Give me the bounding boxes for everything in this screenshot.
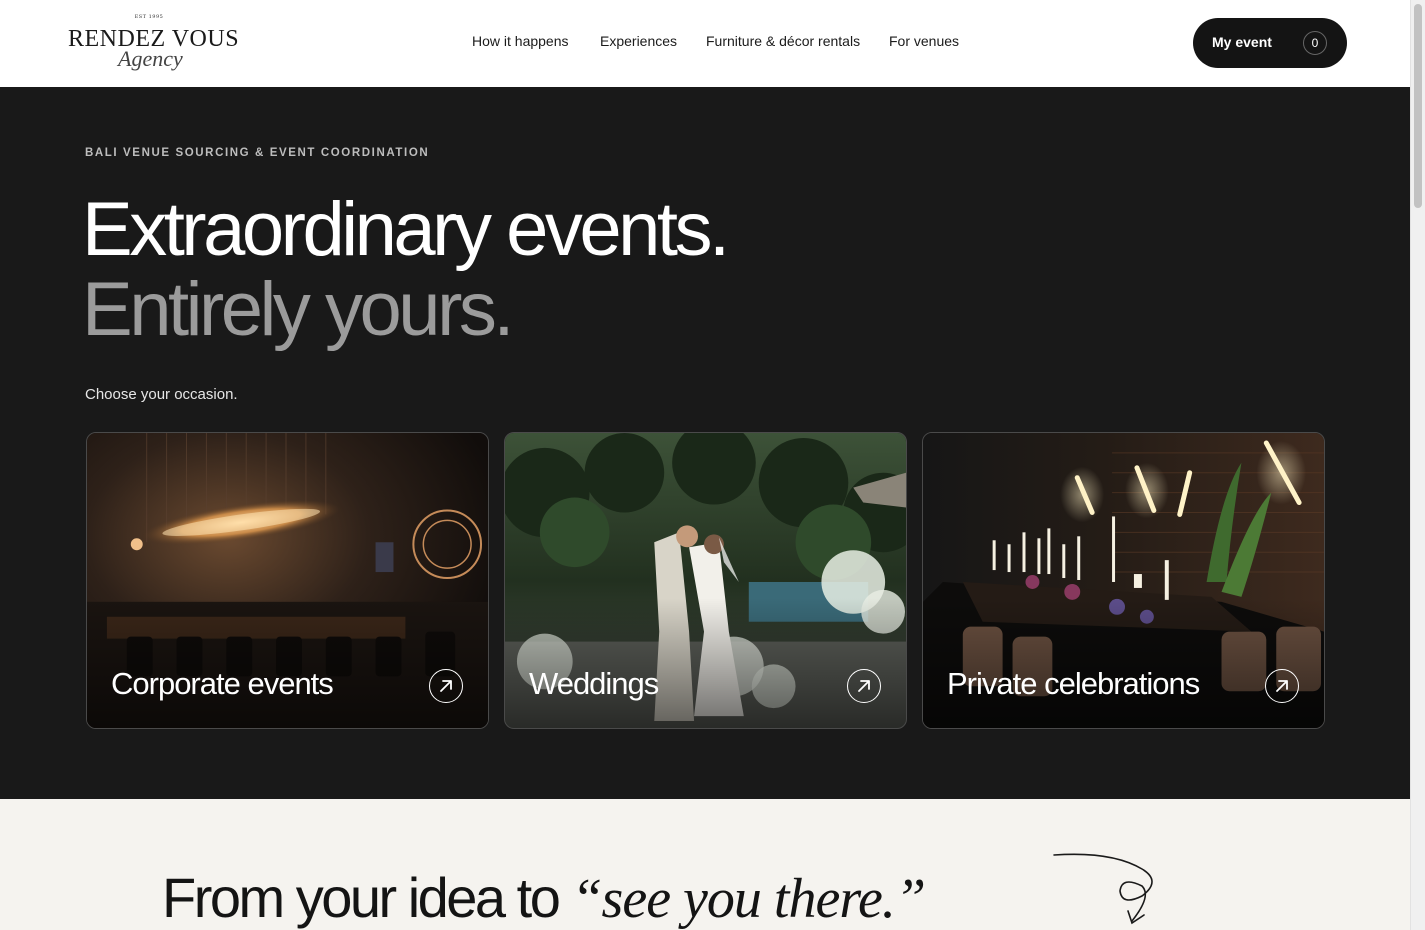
arrow-up-right-icon[interactable] (429, 669, 463, 703)
my-event-label: My event (1212, 34, 1272, 50)
card-corporate-events[interactable]: Corporate events (86, 432, 489, 729)
process-heading: From your idea to “see you there.” (162, 865, 926, 930)
hero-section: BALI VENUE SOURCING & EVENT COORDINATION… (0, 87, 1410, 799)
logo-script: Agency (118, 46, 183, 71)
process-heading-plain: From your idea to (162, 866, 572, 929)
arrow-up-right-icon[interactable] (1265, 669, 1299, 703)
nav-how-it-happens[interactable]: How it happens (472, 33, 569, 49)
card-shade (87, 598, 488, 728)
hero-subheadline: Entirely yours. (82, 267, 515, 352)
scrollbar-thumb[interactable] (1414, 4, 1422, 208)
card-private-celebrations[interactable]: Private celebrations (922, 432, 1325, 729)
logo-est: EST 1995 (134, 14, 164, 20)
occasion-prompt: Choose your occasion. (85, 386, 238, 403)
my-event-button[interactable]: My event 0 (1193, 18, 1347, 68)
card-shade (505, 598, 906, 728)
nav-for-venues[interactable]: For venues (889, 33, 959, 49)
my-event-count-badge: 0 (1303, 31, 1327, 55)
logo[interactable]: EST 1995 RENDEZ VOUS Agency (68, 14, 239, 74)
nav-experiences[interactable]: Experiences (600, 33, 677, 49)
process-section: From your idea to “see you there.” (0, 799, 1410, 930)
card-title: Weddings (529, 666, 659, 701)
arrow-up-right-icon[interactable] (847, 669, 881, 703)
process-heading-accent: “see you there.” (571, 868, 926, 930)
hero-eyebrow: BALI VENUE SOURCING & EVENT COORDINATION (85, 147, 430, 159)
card-title: Private celebrations (947, 666, 1200, 701)
page-scrollbar[interactable] (1410, 0, 1425, 930)
card-shade (923, 598, 1324, 728)
squiggle-arrow-icon (1053, 853, 1153, 925)
nav-furniture-decor-rentals[interactable]: Furniture & décor rentals (706, 33, 860, 49)
hero-headline: Extraordinary events. (82, 187, 730, 272)
site-header: EST 1995 RENDEZ VOUS Agency How it happe… (0, 0, 1410, 87)
card-weddings[interactable]: Weddings (504, 432, 907, 729)
card-title: Corporate events (111, 666, 334, 701)
